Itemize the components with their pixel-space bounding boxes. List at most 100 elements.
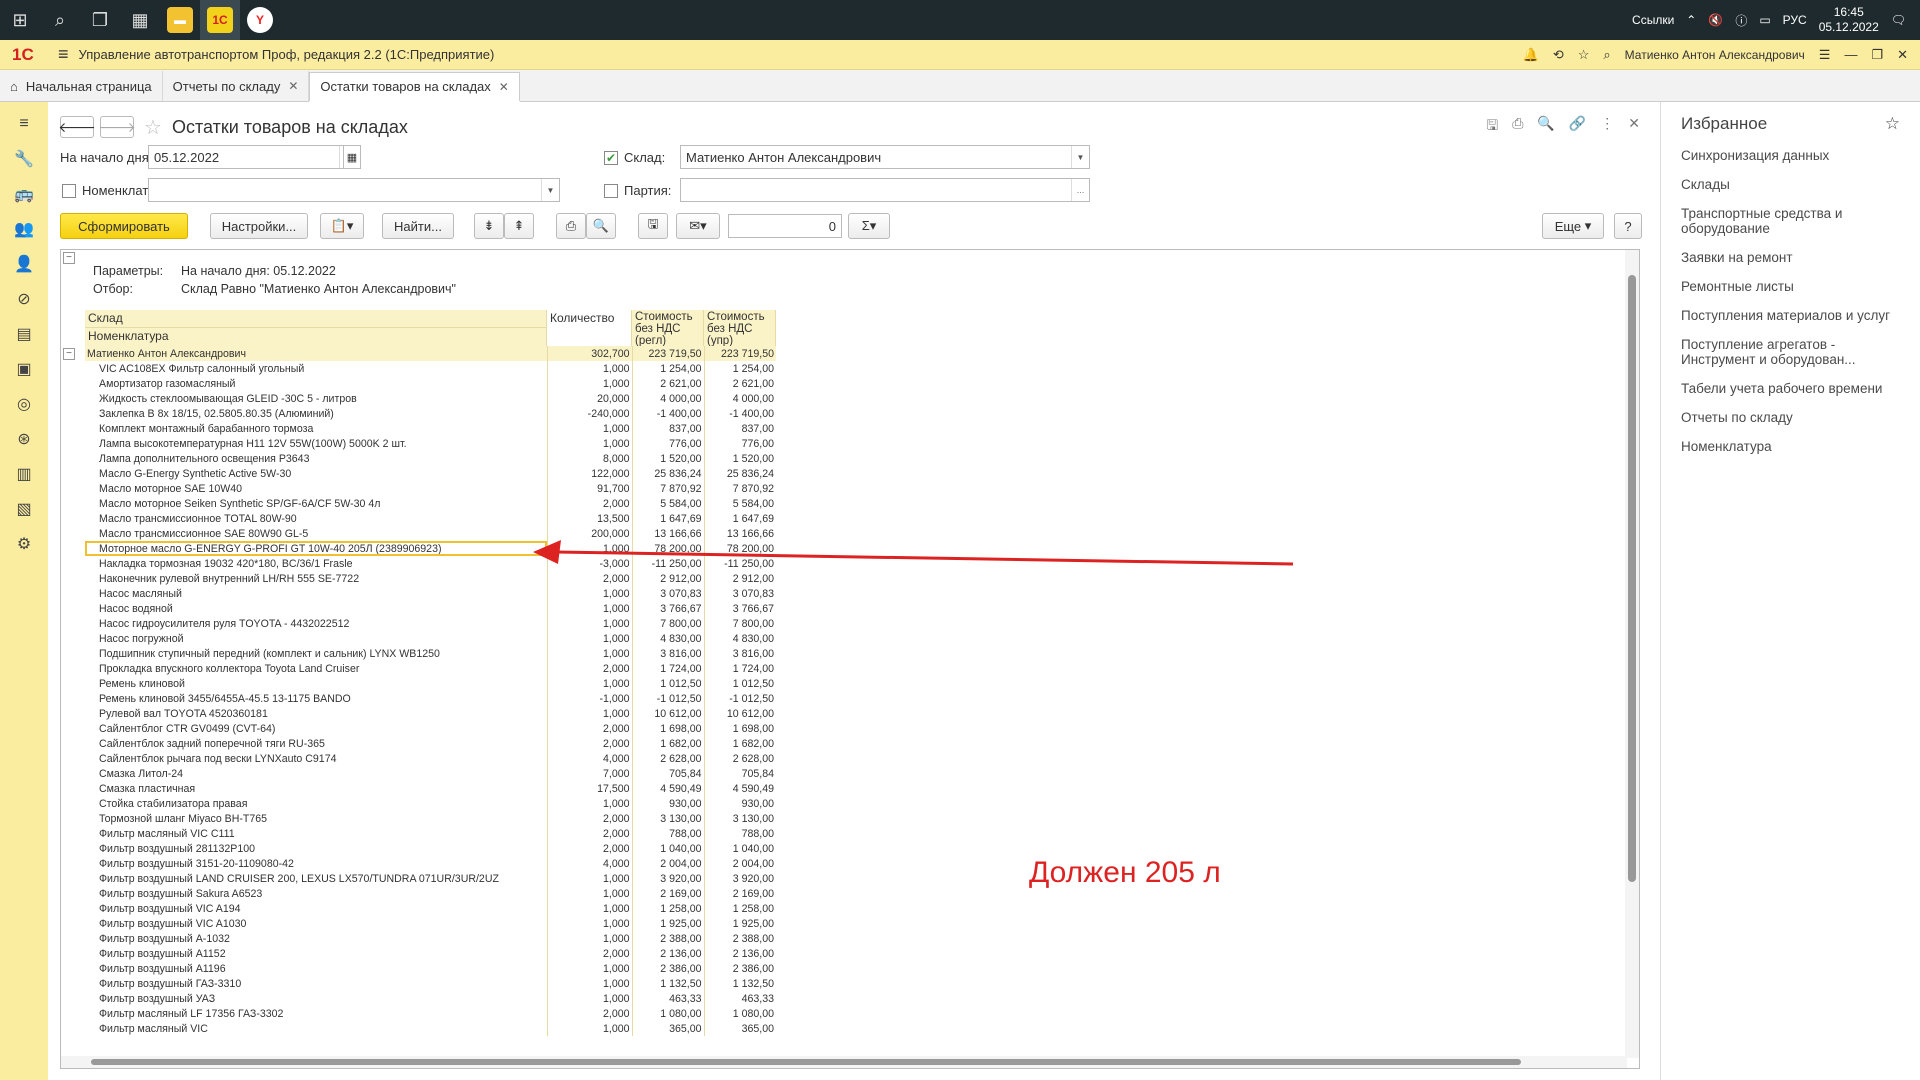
- vertical-scrollbar[interactable]: [1625, 250, 1639, 1058]
- table-row[interactable]: Накладка тормозная 19032 420*180, BC/36/…: [85, 556, 776, 571]
- table-row[interactable]: VIC AC108EX Фильтр салонный угольный 1,00…: [85, 361, 776, 376]
- table-row[interactable]: Смазка пластичная 17,500 4 590,49 4 590,49: [85, 781, 776, 796]
- restore-icon[interactable]: ❐: [1871, 47, 1883, 63]
- nomenclature-checkbox[interactable]: [62, 183, 76, 198]
- user-gear-icon[interactable]: 👤: [12, 252, 36, 275]
- file-explorer-icon[interactable]: ▬: [160, 0, 200, 40]
- table-row[interactable]: Насос погружной 1,000 4 830,00 4 830,00: [85, 631, 776, 646]
- calendar-app-icon[interactable]: ▦: [120, 0, 160, 40]
- main-menu-icon[interactable]: ≡: [58, 44, 69, 65]
- scroll-thumb[interactable]: [91, 1059, 1521, 1065]
- table-row[interactable]: Насос масляный 1,000 3 070,83 3 070,83: [85, 586, 776, 601]
- favorite-item[interactable]: Табели учета рабочего времени: [1681, 381, 1900, 396]
- tab-warehouse-reports[interactable]: Отчеты по складу ✕: [163, 71, 310, 101]
- table-row[interactable]: Рулевой вал TOYOTA 4520360181 1,000 10 612…: [85, 706, 776, 721]
- calculator-icon[interactable]: ▤: [12, 322, 36, 345]
- table-row[interactable]: Насос водяной 1,000 3 766,67 3 766,67: [85, 601, 776, 616]
- collapse-group-icon[interactable]: −: [63, 348, 75, 360]
- clock[interactable]: 16:45 05.12.2022: [1819, 5, 1879, 35]
- table-row[interactable]: Фильтр воздушный VIC A1030 1,000 1 925,00 1…: [85, 916, 776, 931]
- table-row[interactable]: Фильтр воздушный ГАЗ-3310 1,000 1 132,50 1 …: [85, 976, 776, 991]
- save-icon[interactable]: 🖫: [1486, 115, 1498, 139]
- horizontal-scrollbar[interactable]: [61, 1056, 1627, 1068]
- table-row[interactable]: Фильтр воздушный А-1032 1,000 2 388,00 2 38…: [85, 931, 776, 946]
- forward-button[interactable]: 🡒: [98, 116, 136, 138]
- minimize-icon[interactable]: —: [1844, 47, 1857, 62]
- gear-icon[interactable]: ⚙: [12, 532, 36, 555]
- table-row[interactable]: Фильтр воздушный 3151-20-1109080-42 4,000…: [85, 856, 776, 871]
- send-email-button[interactable]: ✉▾: [676, 213, 720, 239]
- print-icon[interactable]: ⎙: [1512, 115, 1523, 139]
- more-vert-icon[interactable]: ⋮: [1600, 115, 1614, 139]
- star-icon[interactable]: ☆: [1885, 114, 1900, 134]
- generate-button[interactable]: Сформировать: [60, 213, 188, 239]
- report-spreadsheet[interactable]: − Параметры: На начало дня: 05.12.2022 От…: [60, 249, 1640, 1069]
- table-row[interactable]: Прокладка впускного коллектора Toyota La…: [85, 661, 776, 676]
- find-button[interactable]: Найти...: [382, 213, 454, 239]
- notifications-icon[interactable]: 🗨: [1891, 13, 1906, 27]
- gauge-icon[interactable]: ⊘: [12, 287, 36, 310]
- collapse-groups-icon[interactable]: ⇟: [474, 213, 504, 239]
- table-row[interactable]: Масло G-Energy Synthetic Active 5W-30 122…: [85, 466, 776, 481]
- variant-menu-button[interactable]: 📋▾: [320, 213, 364, 239]
- table-row[interactable]: Сайлентблок задний поперечной тяги RU-36…: [85, 736, 776, 751]
- tire-icon[interactable]: ◎: [12, 392, 36, 415]
- table-row[interactable]: Фильтр масляный VIC 1,000 365,00 365,00: [85, 1021, 776, 1036]
- table-row[interactable]: Фильтр воздушный УАЗ 1,000 463,33 463,33: [85, 991, 776, 1006]
- table-row[interactable]: Амортизатор газомасляный 1,000 2 621,00 2 6…: [85, 376, 776, 391]
- favorite-item[interactable]: Отчеты по складу: [1681, 410, 1900, 425]
- close-tab-icon[interactable]: ✕: [288, 79, 298, 93]
- preview-icon[interactable]: 🔍: [1537, 115, 1554, 139]
- collapse-params-icon[interactable]: −: [63, 252, 75, 264]
- table-row[interactable]: Сайлентблок рычага под вески LYNXauto C9…: [85, 751, 776, 766]
- batch-checkbox[interactable]: [604, 183, 618, 198]
- table-row[interactable]: Комплект монтажный барабанного тормоза 1,…: [85, 421, 776, 436]
- table-row[interactable]: Фильтр воздушный Sakura A6523 1,000 2 169,…: [85, 886, 776, 901]
- tab-stock-balances[interactable]: Остатки товаров на складах ✕: [309, 72, 520, 102]
- table-row[interactable]: Фильтр воздушный 281132P100 2,000 1 040,00…: [85, 841, 776, 856]
- back-button[interactable]: 🡐: [58, 116, 96, 138]
- menu-icon[interactable]: ≡: [12, 112, 36, 135]
- favorite-item[interactable]: Ремонтные листы: [1681, 279, 1900, 294]
- sum-mode-button[interactable]: Σ▾: [848, 213, 890, 239]
- nomenclature-field[interactable]: ▼: [148, 178, 560, 202]
- table-row[interactable]: Масло трансмиссионное TOTAL 80W-90 13,500…: [85, 511, 776, 526]
- table-row[interactable]: Фильтр воздушный LAND CRUISER 200, LEXUS…: [85, 871, 776, 886]
- expand-groups-icon[interactable]: ⇞: [504, 213, 534, 239]
- bell-icon[interactable]: 🔔: [1523, 47, 1539, 63]
- table-row[interactable]: Жидкость стеклоомывающая GLEID -30С 5 - …: [85, 391, 776, 406]
- scroll-thumb[interactable]: [1628, 275, 1636, 882]
- batch-field[interactable]: …: [680, 178, 1090, 202]
- warehouse-checkbox[interactable]: ✔: [604, 150, 618, 165]
- yandex-browser-icon[interactable]: Y: [240, 0, 280, 40]
- favorite-item[interactable]: Склады: [1681, 177, 1900, 192]
- close-icon[interactable]: ✕: [1897, 47, 1908, 63]
- table-row[interactable]: Подшипник ступичный передний (комплект и…: [85, 646, 776, 661]
- print-preview-icon[interactable]: 🔍: [586, 213, 616, 239]
- table-row[interactable]: Масло трансмиссионное SAE 80W90 GL-5 200,…: [85, 526, 776, 541]
- coins-icon[interactable]: ⊛: [12, 427, 36, 450]
- favorite-item[interactable]: Заявки на ремонт: [1681, 250, 1900, 265]
- volume-muted-icon[interactable]: 🔇: [1708, 13, 1723, 27]
- warehouse-field[interactable]: Матиенко Антон Александрович ▼: [680, 145, 1090, 169]
- close-icon[interactable]: ✕: [1628, 115, 1640, 139]
- table-row[interactable]: Масло моторное Seiken Synthetic SP/GF-6A…: [85, 496, 776, 511]
- favorite-star-icon[interactable]: ☆: [144, 115, 162, 140]
- table-row[interactable]: Моторное масло G-ENERGY G-PROFI GT 10W-4…: [85, 541, 776, 556]
- language-indicator[interactable]: РУС: [1783, 13, 1807, 27]
- network-icon[interactable]: ▭: [1759, 13, 1770, 27]
- task-view-icon[interactable]: ❐: [80, 0, 120, 40]
- contacts-icon[interactable]: ▥: [12, 462, 36, 485]
- link-icon[interactable]: 🔗: [1569, 115, 1586, 139]
- tab-home[interactable]: ⌂ Начальная страница: [0, 71, 163, 101]
- table-row[interactable]: Сайлентблог CTR GV0499 (CVT-64) 2,000 1 69…: [85, 721, 776, 736]
- table-row[interactable]: Лампа высокотемпературная H11 12V 55W(10…: [85, 436, 776, 451]
- ellipsis-icon[interactable]: …: [1071, 179, 1089, 201]
- table-row[interactable]: Ремень клиновой 1,000 1 012,50 1 012,50: [85, 676, 776, 691]
- favorite-item[interactable]: Номенклатура: [1681, 439, 1900, 454]
- favorite-item[interactable]: Транспортные средства и оборудование: [1681, 206, 1900, 236]
- tray-links[interactable]: Ссылки: [1632, 13, 1674, 27]
- favorite-item[interactable]: Поступления материалов и услуг: [1681, 308, 1900, 323]
- help-button[interactable]: ?: [1614, 213, 1642, 239]
- table-row[interactable]: Смазка Литол-24 7,000 705,84 705,84: [85, 766, 776, 781]
